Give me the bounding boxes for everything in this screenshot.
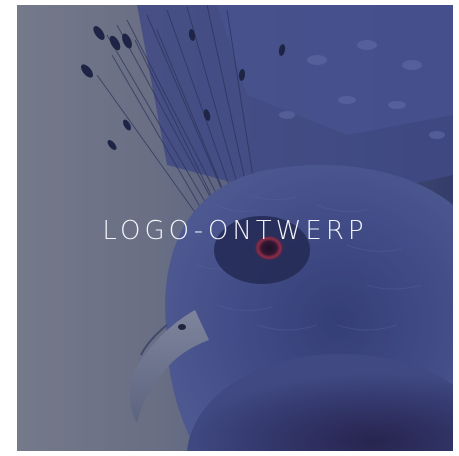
tile-title: LOGO-ONTWERP [102, 216, 368, 246]
logo-design-tile[interactable]: LOGO-ONTWERP [17, 5, 453, 451]
canvas: LOGO-ONTWERP [0, 0, 459, 456]
